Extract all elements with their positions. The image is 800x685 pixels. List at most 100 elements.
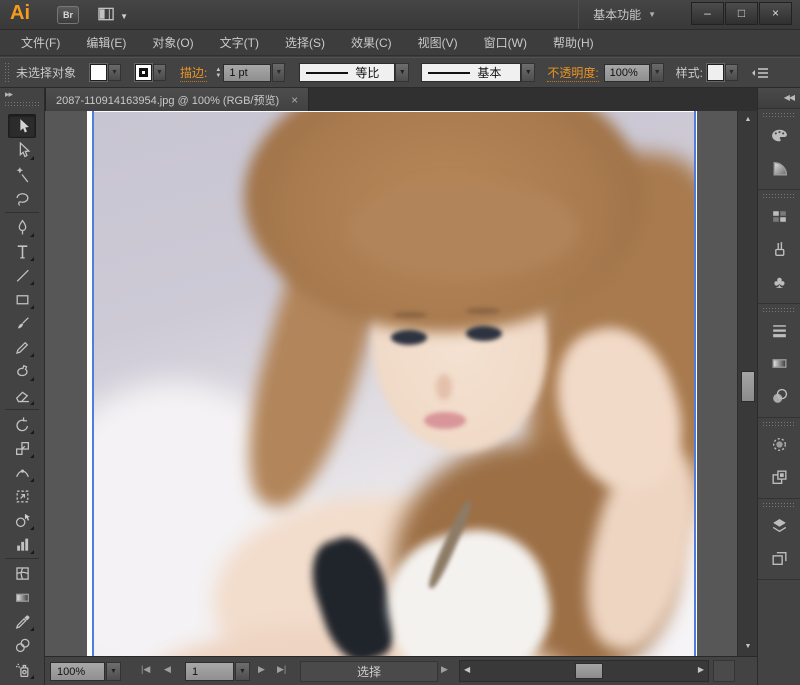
free-transform-tool[interactable] — [8, 484, 36, 508]
artboards-panel-button[interactable] — [758, 542, 800, 575]
color-guide-panel-button[interactable] — [758, 152, 800, 185]
color-panel-button[interactable] — [758, 119, 800, 152]
direct-selection-tool[interactable] — [8, 138, 36, 162]
stroke-swatch[interactable] — [135, 64, 152, 81]
column-graph-tool[interactable] — [8, 532, 36, 556]
menu-edit[interactable]: 编辑(E) — [73, 31, 139, 56]
blend-tool[interactable] — [8, 633, 36, 657]
panel-grip[interactable] — [762, 502, 796, 508]
maximize-button[interactable]: □ — [725, 2, 758, 25]
workspace-switcher[interactable]: 基本功能 ▼ — [578, 0, 670, 29]
menu-object[interactable]: 对象(O) — [139, 31, 206, 56]
width-profile-select[interactable]: 等比 — [299, 63, 395, 82]
stroke-panel-link[interactable]: 描边: — [180, 64, 207, 82]
mesh-tool[interactable] — [8, 561, 36, 585]
pen-tool[interactable] — [8, 215, 36, 239]
last-artboard-button[interactable]: ▶| — [277, 664, 286, 675]
stroke-color-control[interactable]: ▼ — [135, 64, 166, 81]
menu-help[interactable]: 帮助(H) — [540, 31, 607, 56]
panel-grip[interactable] — [4, 101, 40, 106]
fill-color-control[interactable]: ▼ — [90, 64, 121, 81]
chevron-down-icon[interactable]: ▼ — [651, 63, 664, 82]
opacity-panel-link[interactable]: 不透明度: — [547, 64, 598, 82]
scale-tool[interactable] — [8, 436, 36, 460]
rectangle-tool[interactable] — [8, 287, 36, 311]
style-select[interactable]: ▼ — [707, 64, 738, 81]
gradient-tool[interactable] — [8, 585, 36, 609]
style-swatch[interactable] — [707, 64, 724, 81]
chevron-down-icon[interactable]: ▼ — [235, 662, 250, 681]
scroll-down-icon[interactable]: ▼ — [740, 640, 756, 654]
panel-grip[interactable] — [4, 62, 10, 84]
control-panel-menu-icon[interactable] — [750, 66, 770, 80]
line-segment-tool[interactable] — [8, 263, 36, 287]
chevron-down-icon[interactable]: ▼ — [108, 64, 121, 81]
chevron-down-icon[interactable]: ▼ — [395, 63, 409, 82]
arrange-documents-button[interactable]: ▼ — [98, 7, 128, 23]
fill-swatch[interactable] — [90, 64, 107, 81]
scroll-right-icon[interactable]: ▶ — [698, 665, 704, 674]
layers-panel-button[interactable] — [758, 509, 800, 542]
paintbrush-tool[interactable] — [8, 311, 36, 335]
chevron-down-icon[interactable]: ▼ — [521, 63, 535, 82]
blob-brush-tool[interactable] — [8, 359, 36, 383]
swatches-panel-button[interactable] — [758, 200, 800, 233]
menu-effect[interactable]: 效果(C) — [338, 31, 405, 56]
vertical-scrollbar[interactable]: ▲ ▼ — [737, 111, 757, 656]
lasso-tool[interactable] — [8, 186, 36, 210]
panel-grip[interactable] — [762, 193, 796, 199]
type-tool[interactable] — [8, 239, 36, 263]
step-down-icon[interactable]: ▼ — [215, 74, 221, 78]
symbol-sprayer-tool[interactable] — [8, 657, 36, 681]
artboard-number-field[interactable]: 1 — [185, 662, 234, 681]
chevron-down-icon[interactable]: ▼ — [725, 64, 738, 81]
bridge-button[interactable]: Br — [57, 6, 79, 24]
next-artboard-button[interactable]: ▶ — [258, 664, 265, 675]
expand-panel-icon[interactable]: ▸▸ — [5, 89, 12, 100]
previous-artboard-button[interactable]: ◀ — [164, 664, 171, 675]
chevron-down-icon[interactable]: ▼ — [106, 662, 121, 681]
width-tool[interactable] — [8, 460, 36, 484]
scroll-up-icon[interactable]: ▲ — [740, 113, 756, 127]
panel-grip[interactable] — [762, 307, 796, 313]
stroke-width-stepper[interactable]: ▲ ▼ — [215, 68, 221, 78]
chevron-down-icon[interactable]: ▼ — [272, 63, 285, 82]
magic-wand-tool[interactable] — [8, 162, 36, 186]
eraser-tool[interactable] — [8, 383, 36, 407]
collapse-dock-icon[interactable]: ◀◀ — [784, 93, 794, 102]
menu-view[interactable]: 视图(V) — [405, 31, 471, 56]
transparency-panel-button[interactable] — [758, 380, 800, 413]
scroll-left-icon[interactable]: ◀ — [464, 665, 470, 674]
pencil-tool[interactable] — [8, 335, 36, 359]
eyedropper-tool[interactable] — [8, 609, 36, 633]
brush-definition-select[interactable]: 基本 — [421, 63, 521, 82]
menu-window[interactable]: 窗口(W) — [471, 31, 540, 56]
menu-type[interactable]: 文字(T) — [207, 31, 272, 56]
chevron-down-icon[interactable]: ▼ — [153, 64, 166, 81]
appearance-panel-button[interactable] — [758, 428, 800, 461]
step-up-icon[interactable]: ▲ — [215, 68, 221, 72]
canvas-area[interactable] — [45, 111, 737, 656]
brushes-panel-button[interactable] — [758, 233, 800, 266]
close-button[interactable]: × — [759, 2, 792, 25]
opacity-field[interactable]: 100% — [604, 64, 650, 82]
symbols-panel-button[interactable]: ♣ — [758, 266, 800, 299]
stroke-width-field[interactable]: 1 pt — [223, 64, 271, 82]
document-tab[interactable]: 2087-110914163954.jpg @ 100% (RGB/预览) × — [45, 88, 309, 111]
close-tab-icon[interactable]: × — [291, 95, 298, 105]
gradient-panel-button[interactable] — [758, 347, 800, 380]
selection-tool[interactable] — [8, 114, 36, 138]
horizontal-scroll-thumb[interactable] — [575, 663, 603, 679]
graphic-styles-panel-button[interactable] — [758, 461, 800, 494]
panel-grip[interactable] — [762, 112, 796, 118]
status-menu-icon[interactable]: ▶ — [441, 664, 448, 675]
placed-image[interactable] — [94, 112, 694, 656]
horizontal-scrollbar[interactable]: ◀ ▶ — [459, 660, 709, 682]
menu-select[interactable]: 选择(S) — [272, 31, 338, 56]
vertical-scroll-thumb[interactable] — [741, 371, 755, 402]
dock-header[interactable]: ◀◀ — [758, 88, 800, 109]
rotate-tool[interactable] — [8, 412, 36, 436]
zoom-level-field[interactable]: 100% — [50, 662, 105, 681]
minimize-button[interactable]: – — [691, 2, 724, 25]
first-artboard-button[interactable]: |◀ — [141, 664, 150, 675]
